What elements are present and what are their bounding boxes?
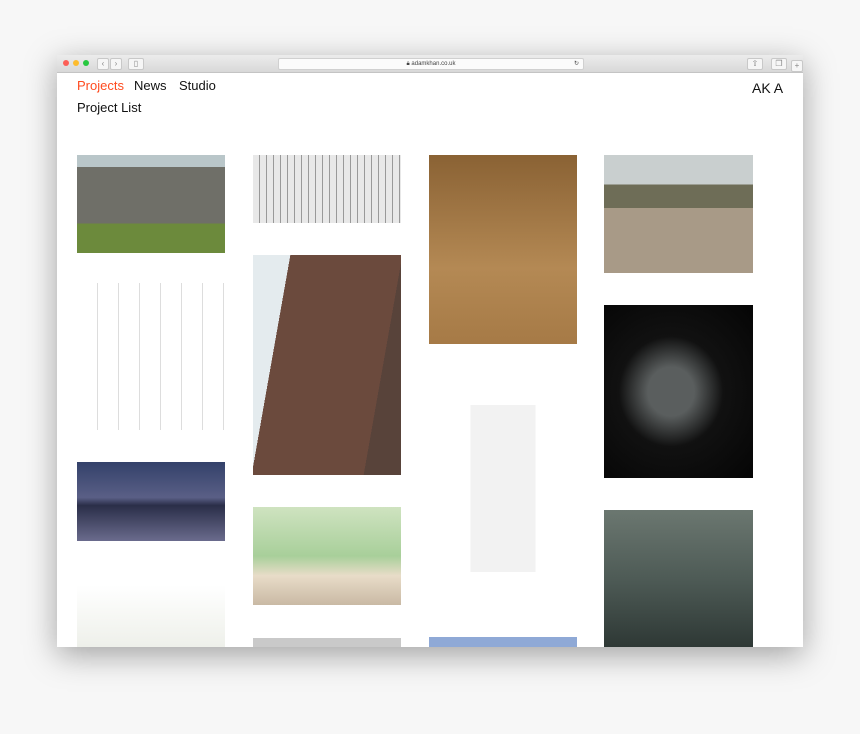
project-thumbnail[interactable]	[253, 507, 401, 605]
address-bar[interactable]: 🔒︎ adamkhan.co.uk ↻	[278, 58, 584, 70]
close-button[interactable]	[63, 60, 69, 66]
tabs-button[interactable]: ❐	[771, 58, 787, 70]
forward-button[interactable]: ›	[110, 58, 122, 70]
project-thumbnail[interactable]	[604, 155, 753, 273]
project-thumbnail[interactable]	[77, 462, 225, 541]
project-thumbnail[interactable]	[429, 155, 577, 344]
url-text: adamkhan.co.uk	[411, 61, 456, 67]
nav-news[interactable]: News	[134, 78, 167, 93]
project-thumbnail[interactable]	[77, 155, 225, 253]
new-tab-button[interactable]: +	[791, 60, 803, 72]
browser-window: ‹ › ▯ 🔒︎ adamkhan.co.uk ↻ ⇧ ❐ + Projects …	[57, 55, 803, 647]
sidebar-button[interactable]: ▯	[128, 58, 144, 70]
project-thumbnail[interactable]	[429, 405, 577, 572]
reload-icon[interactable]: ↻	[574, 59, 579, 69]
maximize-button[interactable]	[83, 60, 89, 66]
nav-projects[interactable]: Projects	[77, 78, 124, 93]
project-list-link[interactable]: Project List	[77, 100, 141, 115]
project-thumbnail[interactable]	[604, 305, 753, 478]
lock-icon: 🔒︎	[406, 61, 410, 67]
project-thumbnail[interactable]	[77, 283, 225, 430]
logo[interactable]: AK A	[752, 80, 783, 96]
project-thumbnail[interactable]	[77, 585, 225, 647]
browser-toolbar: ‹ › ▯ 🔒︎ adamkhan.co.uk ↻ ⇧ ❐ +	[57, 55, 803, 73]
project-thumbnail[interactable]	[429, 637, 577, 647]
minimize-button[interactable]	[73, 60, 79, 66]
project-thumbnail[interactable]	[253, 155, 401, 223]
back-button[interactable]: ‹	[97, 58, 109, 70]
project-thumbnail[interactable]	[253, 638, 401, 647]
share-button[interactable]: ⇧	[747, 58, 763, 70]
project-thumbnail[interactable]	[253, 255, 401, 475]
project-thumbnail[interactable]	[604, 510, 753, 647]
nav-studio[interactable]: Studio	[179, 78, 216, 93]
